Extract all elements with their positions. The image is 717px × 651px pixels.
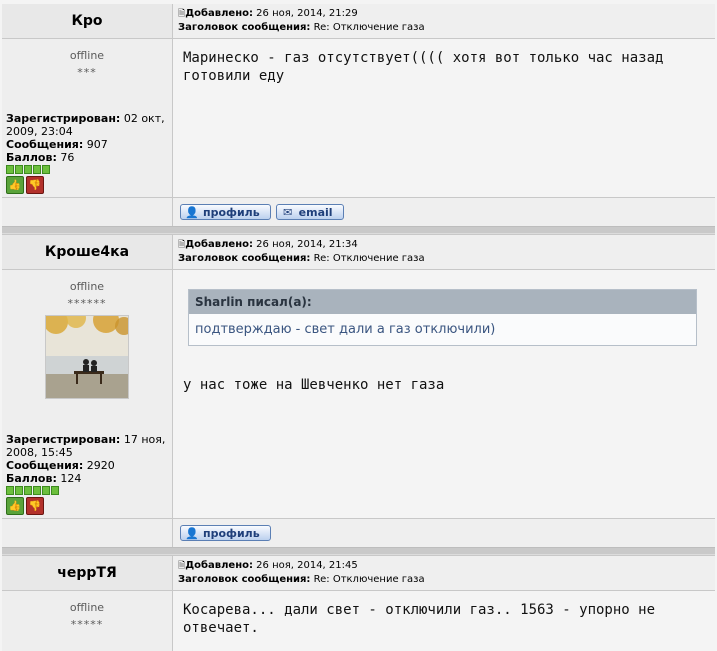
post-subject: Re: Отключение газа — [313, 574, 425, 585]
thumbs-down-icon[interactable]: 👎 — [26, 497, 44, 515]
envelope-icon: ✉ — [283, 205, 293, 219]
online-status: offline — [69, 49, 105, 62]
email-button[interactable]: ✉ email — [275, 204, 344, 220]
registered-label: Зарегистрирован: — [6, 112, 121, 125]
post-subject: Re: Отключение газа — [313, 22, 425, 33]
post: Кро 🗎Добавлено: 26 ноя, 2014, 21:29 Заго… — [2, 4, 715, 226]
post-date: 26 ноя, 2014, 21:34 — [256, 239, 358, 250]
profile-button[interactable]: 👤 профиль — [180, 204, 271, 220]
points-count: 76 — [60, 151, 75, 164]
rank-stars: *** — [77, 66, 97, 79]
post-date: 26 ноя, 2014, 21:29 — [256, 8, 358, 19]
profile-column: offline ***** — [2, 591, 173, 651]
post-header: 🗎Добавлено: 26 ноя, 2014, 21:29 Заголово… — [173, 4, 715, 38]
rating-bar — [6, 165, 170, 174]
points-label: Баллов: — [6, 151, 57, 164]
messages-label: Сообщения: — [6, 138, 84, 151]
author-name[interactable]: Кроше4ка — [2, 235, 173, 269]
post-date: 26 ноя, 2014, 21:45 — [256, 560, 358, 571]
post-separator — [2, 547, 715, 555]
post-message: у нас тоже на Шевченко нет газа — [183, 377, 445, 393]
profile-column: offline *** Зарегистрирован: 02 окт, 200… — [2, 39, 173, 197]
post-message: Маринеско - газ отсутствует(((( хотя вот… — [183, 50, 664, 84]
messages-count: 2920 — [86, 459, 115, 472]
post: Кроше4ка 🗎Добавлено: 26 ноя, 2014, 21:34… — [2, 234, 715, 547]
quote-author: Sharlin писал(а): — [189, 290, 696, 314]
thumbs-up-icon[interactable]: 👍 — [6, 176, 24, 194]
post: черрТЯ 🗎Добавлено: 26 ноя, 2014, 21:45 З… — [2, 555, 715, 651]
post-subject: Re: Отключение газа — [313, 253, 425, 264]
messages-count: 907 — [86, 138, 108, 151]
added-label: Добавлено: — [185, 8, 253, 19]
post-header: 🗎Добавлено: 26 ноя, 2014, 21:45 Заголово… — [173, 556, 715, 590]
rank-stars: ****** — [67, 297, 107, 310]
post-header: 🗎Добавлено: 26 ноя, 2014, 21:34 Заголово… — [173, 235, 715, 269]
profile-column: offline ****** Зарегистрирован: 17 ноя, … — [2, 270, 173, 518]
profile-button[interactable]: 👤 профиль — [180, 525, 271, 541]
rating-bar — [6, 486, 170, 495]
thumbs-down-icon[interactable]: 👎 — [26, 176, 44, 194]
post-separator — [2, 226, 715, 234]
subject-label: Заголовок сообщения: — [178, 22, 311, 33]
post-message: Косарева... дали свет - отключили газ.. … — [183, 602, 656, 636]
avatar[interactable] — [45, 315, 129, 399]
online-status: offline — [69, 280, 105, 293]
author-name[interactable]: Кро — [2, 4, 173, 38]
online-status: offline — [69, 601, 105, 614]
user-icon: 👤 — [185, 526, 199, 540]
user-stats: Зарегистрирован: 17 ноя, 2008, 15:45 Соо… — [6, 433, 170, 515]
points-count: 124 — [60, 472, 82, 485]
thumbs-up-icon[interactable]: 👍 — [6, 497, 24, 515]
rank-stars: ***** — [70, 618, 104, 631]
user-stats: Зарегистрирован: 02 окт, 2009, 23:04 Соо… — [6, 112, 170, 194]
author-name[interactable]: черрТЯ — [2, 556, 173, 590]
quote-block: Sharlin писал(а): подтверждаю - свет дал… — [188, 289, 697, 346]
user-icon: 👤 — [185, 205, 199, 219]
quote-text: подтверждаю - свет дали а газ отключили) — [195, 322, 496, 337]
